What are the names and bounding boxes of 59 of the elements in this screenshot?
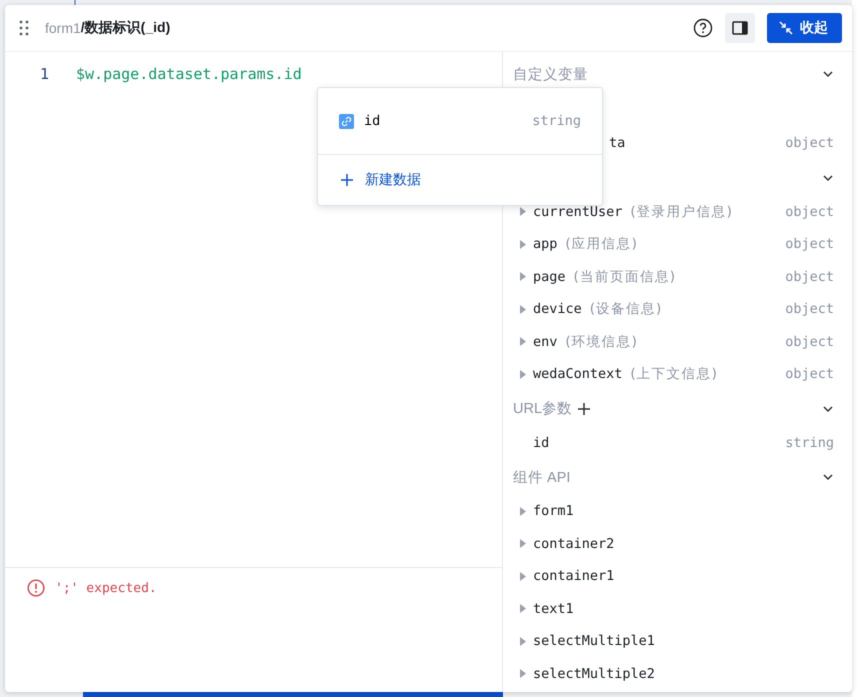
line-number: 1 [38,65,50,83]
variable-name[interactable]: container2 [533,536,614,552]
suggestion-item[interactable]: id string [318,88,602,155]
variable-type: object [785,334,834,350]
variable-type: object [785,204,834,220]
variable-note: (上下文信息) [630,365,718,384]
expand-triangle-icon[interactable] [520,506,526,516]
variable-name[interactable]: wedaContext [533,366,622,382]
variable-type: string [785,434,834,451]
variable-note: (应用信息) [565,235,638,254]
collapse-arrows-icon [779,21,793,35]
section-title: 组件 API [513,468,570,486]
expand-triangle-icon[interactable] [520,207,526,216]
error-icon [27,579,45,597]
expand-triangle-icon[interactable] [520,572,526,581]
code-line: $w.page.dataset.params.id [76,65,302,83]
panel-toggle-button[interactable] [725,13,755,43]
variable-name[interactable]: form1 [533,503,574,520]
expand-triangle-icon[interactable] [520,240,526,249]
add-icon[interactable] [578,402,590,414]
new-data-button[interactable]: 新建数据 [318,155,427,205]
variable-type: object [785,268,834,285]
variable-name[interactable]: container1 [533,568,614,584]
variable-note: (登录用户信息) [630,202,733,221]
section-title: URL参数 [513,400,572,418]
expand-triangle-icon[interactable] [520,272,526,282]
variable-name[interactable]: id [533,434,550,451]
expand-triangle-icon[interactable] [520,539,526,548]
variable-name[interactable]: selectMultiple2 [533,666,655,682]
plus-icon [341,174,353,186]
variable-name[interactable]: currentUser [533,204,622,220]
help-icon[interactable] [693,18,713,38]
link-icon [339,114,354,128]
variable-name[interactable]: text1 [533,600,574,617]
variable-name[interactable]: env [533,334,558,350]
sidebar-icon [732,21,748,35]
variable-name[interactable]: app [533,236,558,252]
variable-type: object [785,366,834,382]
variable-type: object [785,135,834,152]
error-message: ';' expected. [55,580,157,596]
section-title: 自定义变量 [513,66,588,84]
expand-triangle-icon[interactable] [520,337,526,346]
expand-triangle-icon[interactable] [520,669,526,678]
expand-triangle-icon[interactable] [520,370,526,379]
expand-triangle-icon[interactable] [520,636,526,646]
expand-triangle-icon[interactable] [520,604,526,614]
collapse-button[interactable]: 收起 [767,13,842,43]
drag-handle-icon[interactable] [19,20,29,36]
variable-note: (环境信息) [565,332,638,351]
variable-name[interactable]: ta [609,135,626,152]
variable-name[interactable]: device [533,301,582,318]
variable-type: object [785,301,834,318]
variable-name[interactable]: page [533,268,566,285]
variable-note: (设备信息) [590,300,662,318]
variable-note: (当前页面信息) [574,268,676,286]
breadcrumb-current: /数据标识(_id) [80,19,170,37]
variable-type: object [785,236,834,252]
expand-triangle-icon[interactable] [520,304,526,314]
variable-name[interactable]: selectMultiple1 [533,633,655,650]
